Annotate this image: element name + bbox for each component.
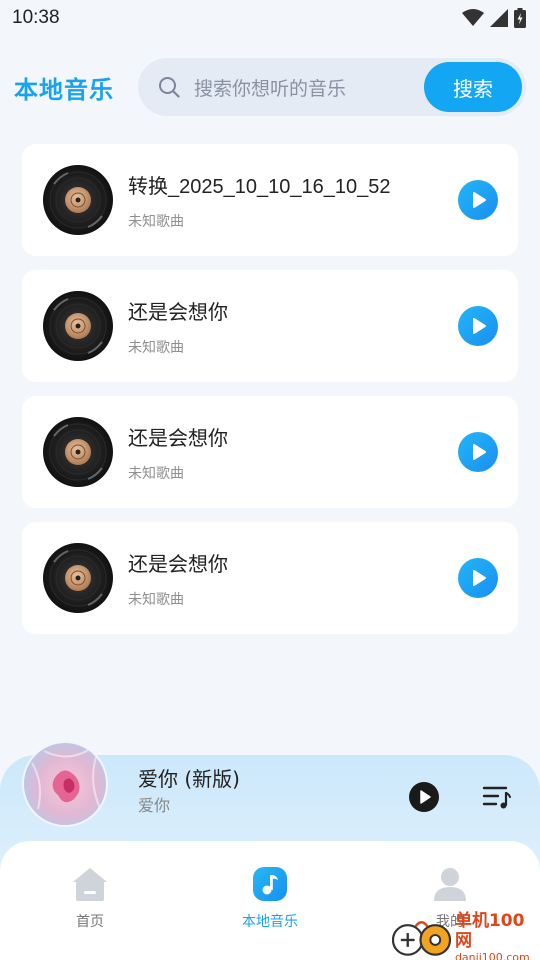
status-bar: 10:38 xyxy=(0,0,540,36)
song-title: 还是会想你 xyxy=(128,553,228,576)
tab-label: 本地音乐 xyxy=(242,914,298,930)
play-icon[interactable] xyxy=(458,306,498,346)
play-icon[interactable] xyxy=(458,180,498,220)
song-artist: 未知歌曲 xyxy=(128,591,184,608)
watermark-logo-icon xyxy=(392,921,452,956)
page-title: 本地音乐 xyxy=(14,75,114,104)
search-bar[interactable]: 搜索你想听的音乐 搜索 xyxy=(138,58,526,116)
song-artist: 未知歌曲 xyxy=(128,465,184,482)
play-icon[interactable] xyxy=(458,558,498,598)
now-playing-title: 爱你 (新版) xyxy=(138,767,240,791)
play-icon[interactable] xyxy=(458,432,498,472)
music-note-icon xyxy=(253,867,287,901)
vinyl-record-icon xyxy=(43,543,113,613)
watermark: 单机100网 danji100.com xyxy=(392,911,540,960)
user-icon xyxy=(434,868,466,901)
song-text: 转换_2025_10_10_16_10_52 未知歌曲 xyxy=(128,170,458,231)
song-artist: 未知歌曲 xyxy=(128,339,184,356)
song-title: 还是会想你 xyxy=(128,301,228,324)
search-button[interactable]: 搜索 xyxy=(424,62,522,112)
playlist-icon[interactable] xyxy=(482,783,512,811)
battery-icon xyxy=(514,8,526,28)
song-text: 还是会想你 未知歌曲 xyxy=(128,296,458,357)
watermark-cn: 单机100网 xyxy=(454,911,525,951)
search-input[interactable]: 搜索你想听的音乐 xyxy=(194,74,424,101)
now-playing-artist: 爱你 xyxy=(138,796,171,815)
status-icons xyxy=(462,8,526,28)
signal-icon xyxy=(490,9,508,27)
song-item[interactable]: 转换_2025_10_10_16_10_52 未知歌曲 xyxy=(22,144,518,256)
song-text: 还是会想你 未知歌曲 xyxy=(128,422,458,483)
song-title: 还是会想你 xyxy=(128,427,228,450)
album-art xyxy=(24,743,106,825)
tab-label: 首页 xyxy=(76,914,104,930)
status-time: 10:38 xyxy=(12,7,60,28)
header: 本地音乐 搜索你想听的音乐 搜索 xyxy=(0,58,540,116)
vinyl-record-icon xyxy=(43,417,113,487)
search-icon xyxy=(159,77,180,98)
tab-home[interactable]: 首页 xyxy=(30,865,150,960)
home-icon xyxy=(73,868,107,901)
song-item[interactable]: 还是会想你 未知歌曲 xyxy=(22,522,518,634)
song-artist: 未知歌曲 xyxy=(128,213,184,230)
song-item[interactable]: 还是会想你 未知歌曲 xyxy=(22,270,518,382)
song-text: 还是会想你 未知歌曲 xyxy=(128,548,458,609)
song-title: 转换_2025_10_10_16_10_52 xyxy=(128,175,391,198)
vinyl-record-icon xyxy=(43,165,113,235)
song-list: 转换_2025_10_10_16_10_52 未知歌曲 还是会想你 未知歌曲 还… xyxy=(22,144,518,648)
play-icon[interactable] xyxy=(408,781,440,813)
vinyl-record-icon xyxy=(43,291,113,361)
wifi-icon xyxy=(462,9,484,26)
tab-local-music[interactable]: 本地音乐 xyxy=(210,865,330,960)
watermark-en: danji100.com xyxy=(454,951,530,960)
song-item[interactable]: 还是会想你 未知歌曲 xyxy=(22,396,518,508)
now-playing-cover[interactable] xyxy=(22,741,108,827)
